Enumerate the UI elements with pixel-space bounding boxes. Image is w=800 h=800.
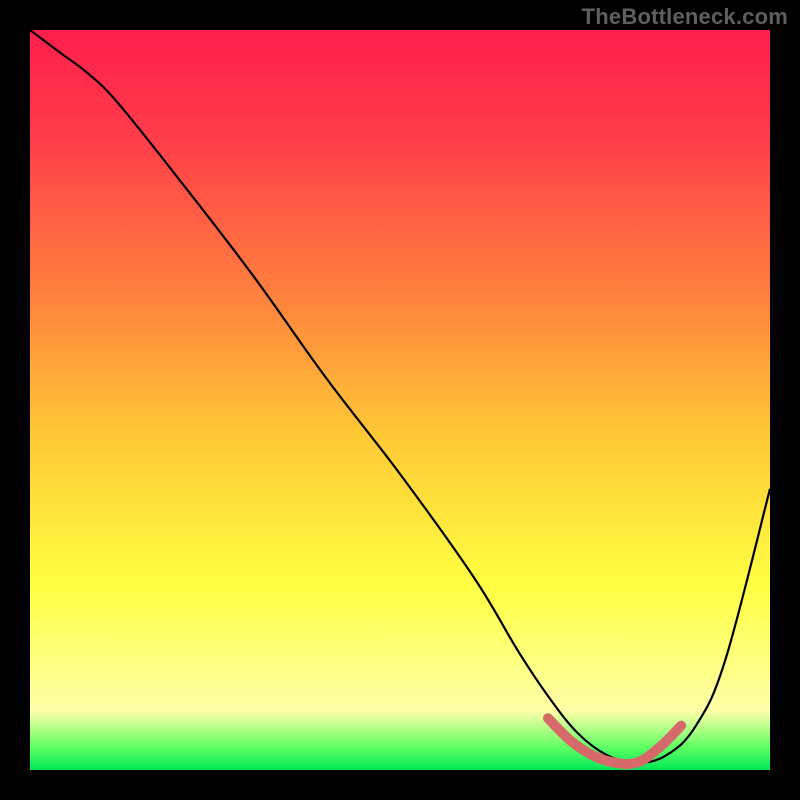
watermark-text: TheBottleneck.com [582,4,788,30]
chart-svg [30,30,770,770]
chart-frame: TheBottleneck.com [0,0,800,800]
plot-area [30,30,770,770]
gradient-background [30,30,770,770]
